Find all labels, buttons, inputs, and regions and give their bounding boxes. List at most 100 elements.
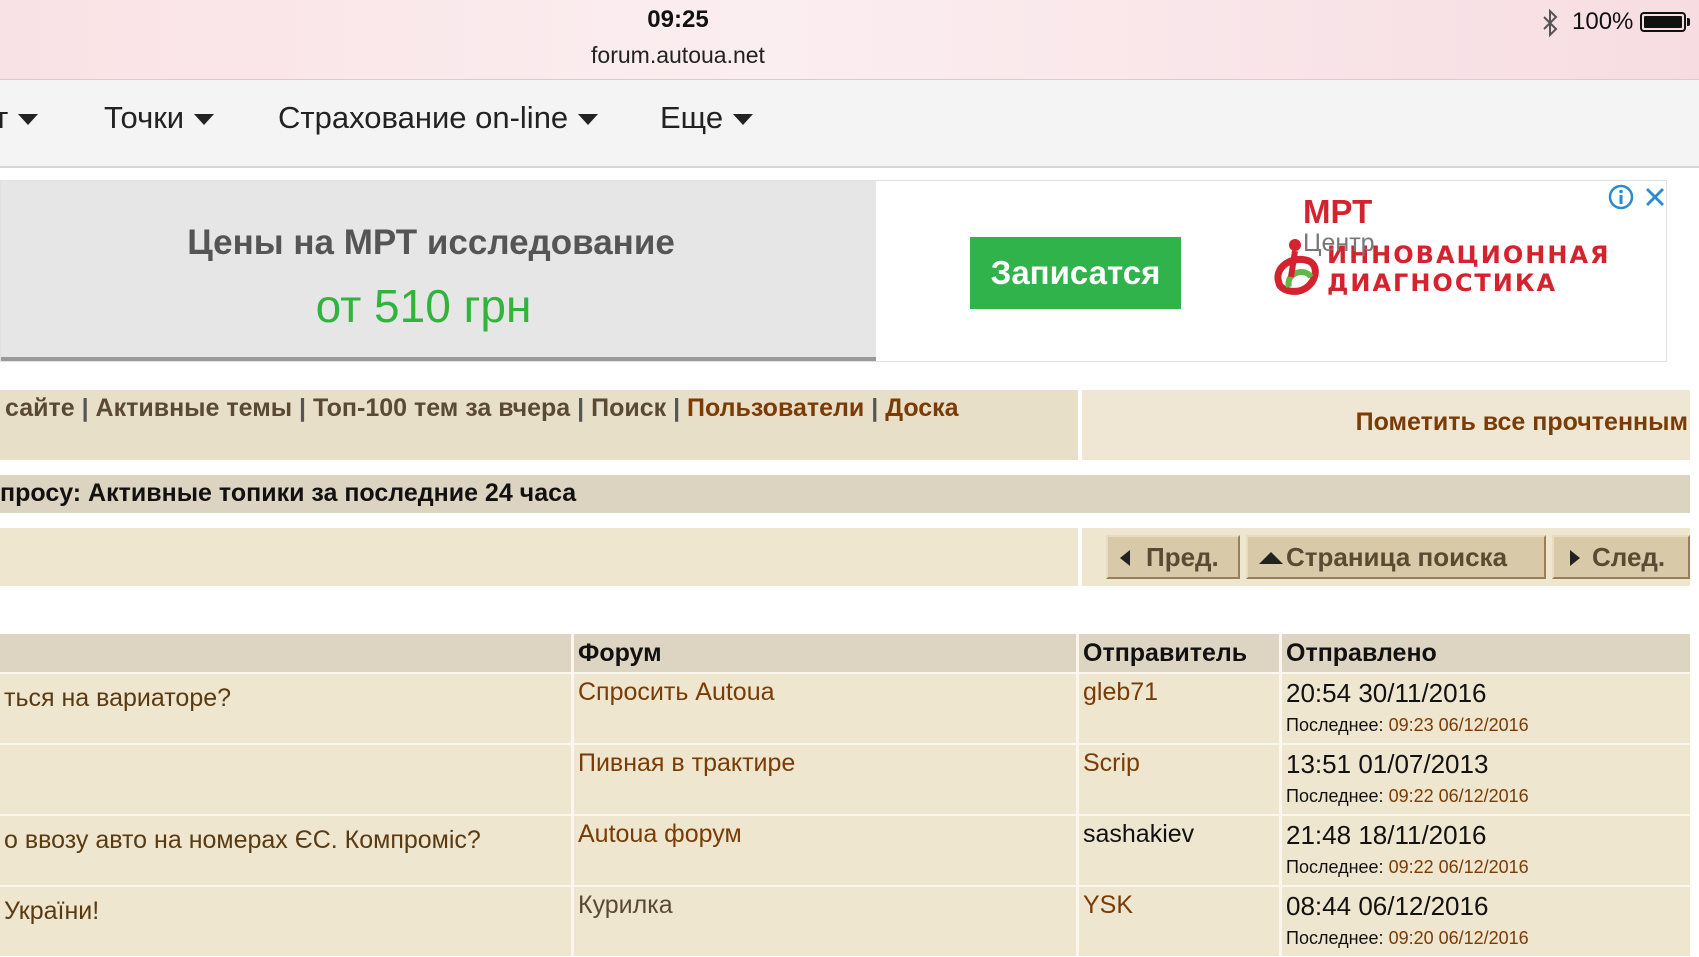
sender-link[interactable]: YSK <box>1083 891 1133 919</box>
header-sent: Отправлено <box>1279 634 1690 672</box>
link-separator: | <box>864 394 886 422</box>
caret-down-icon <box>578 114 599 126</box>
arrow-right-icon <box>1570 550 1580 566</box>
battery-tip <box>1687 18 1690 26</box>
ad-logo-line2: ДИАГНОСТИКА <box>1327 269 1558 297</box>
close-icon[interactable] <box>1641 183 1669 211</box>
last-post: Последнее: 09:20 06/12/2016 <box>1286 928 1686 949</box>
topic-link[interactable]: України! <box>4 897 567 926</box>
sent-date: 18/11/2016 <box>1358 820 1487 850</box>
last-post-link[interactable]: 09:22 06/12/2016 <box>1389 857 1529 877</box>
battery-icon <box>1640 12 1686 32</box>
mark-read-panel: Пометить все прочтенным <box>1082 390 1690 460</box>
header-forum: Форум <box>571 634 1076 672</box>
sent-datetime: 13:51 01/07/2013 <box>1286 749 1686 780</box>
next-label: След. <box>1592 542 1666 572</box>
link-top100[interactable]: Топ-100 тем за вчера <box>313 394 570 422</box>
header-topic <box>0 634 571 672</box>
arrow-up-icon <box>1259 552 1283 564</box>
nav-item-more[interactable]: Еще <box>660 100 754 136</box>
forum-cell: Пивная в трактире <box>571 743 1076 814</box>
address-url[interactable]: forum.autoua.net <box>0 42 1356 69</box>
table-row: ться на вариаторе? Спросить Autoua gleb7… <box>0 672 1690 743</box>
arrow-left-icon <box>1120 550 1130 566</box>
nav-item-label: т <box>0 100 9 135</box>
nav-item-label: Точки <box>104 100 185 135</box>
topic-cell <box>0 743 571 814</box>
link-separator: | <box>292 394 313 422</box>
prev-label: Пред. <box>1146 542 1219 572</box>
search-page-label: Страница поиска <box>1286 542 1508 572</box>
sent-datetime: 08:44 06/12/2016 <box>1286 891 1686 922</box>
pagination-spacer <box>0 528 1078 586</box>
last-post-link[interactable]: 09:22 06/12/2016 <box>1389 786 1529 806</box>
search-title: просу: Активные топики за последние 24 ч… <box>0 479 577 507</box>
topic-cell: України! <box>0 885 571 956</box>
table-header-row: Форум Отправитель Отправлено <box>0 634 1690 672</box>
search-title-bar: просу: Активные топики за последние 24 ч… <box>0 475 1690 513</box>
sent-date: 30/11/2016 <box>1358 678 1487 708</box>
pagination-bar: Пред. Страница поиска След. <box>0 528 1690 586</box>
ad-logo-center: Центр <box>1303 229 1375 257</box>
sent-cell: 20:54 30/11/2016 Последнее: 09:23 06/12/… <box>1279 672 1690 743</box>
links-list: сайте | Активные темы | Топ-100 тем за в… <box>5 394 959 423</box>
last-post-link[interactable]: 09:23 06/12/2016 <box>1389 715 1529 735</box>
topics-table: Форум Отправитель Отправлено ться на вар… <box>0 634 1690 956</box>
sent-datetime: 20:54 30/11/2016 <box>1286 678 1686 709</box>
nav-item-tochki[interactable]: Точки <box>104 100 215 136</box>
forum-cell: Autoua форум <box>571 814 1076 885</box>
caret-down-icon <box>733 114 754 126</box>
forum-link[interactable]: Спросить Autoua <box>578 678 775 706</box>
sent-time: 21:48 <box>1286 820 1352 850</box>
sent-cell: 13:51 01/07/2013 Последнее: 09:22 06/12/… <box>1279 743 1690 814</box>
links-panel: сайте | Активные темы | Топ-100 тем за в… <box>0 390 1078 460</box>
info-icon[interactable] <box>1607 183 1635 211</box>
sender-link[interactable]: gleb71 <box>1083 678 1158 706</box>
header-sender: Отправитель <box>1076 634 1279 672</box>
link-board[interactable]: Доска <box>885 394 958 422</box>
last-label: Последнее: <box>1286 715 1384 735</box>
sender-link[interactable]: Scrip <box>1083 749 1140 777</box>
sender-link[interactable]: sashakiev <box>1083 820 1194 848</box>
forum-cell: Спросить Autoua <box>571 672 1076 743</box>
link-separator: | <box>74 394 96 422</box>
link-users[interactable]: Пользователи <box>687 394 864 422</box>
sent-time: 08:44 <box>1286 891 1352 921</box>
ad-price: от 510 грн <box>315 280 532 332</box>
nav-item-insurance[interactable]: Страхование on-line <box>278 100 599 136</box>
mark-all-read-link[interactable]: Пометить все прочтенным <box>1356 408 1688 437</box>
ad-signup-button[interactable]: Записатся <box>970 237 1181 309</box>
forum-links-bar: сайте | Активные темы | Топ-100 тем за в… <box>0 390 1690 460</box>
sent-time: 20:54 <box>1286 678 1352 708</box>
forum-link[interactable]: Пивная в трактире <box>578 749 795 777</box>
last-label: Последнее: <box>1286 928 1384 948</box>
prev-page-button[interactable]: Пред. <box>1106 535 1240 579</box>
sent-cell: 21:48 18/11/2016 Последнее: 09:22 06/12/… <box>1279 814 1690 885</box>
next-page-button[interactable]: След. <box>1552 535 1690 579</box>
link-active-topics[interactable]: Активные темы <box>96 394 293 422</box>
ad-banner[interactable]: Цены на МРТ исследование от 510 грн Запи… <box>0 180 1667 362</box>
sent-date: 01/07/2013 <box>1358 749 1489 779</box>
link-search[interactable]: Поиск <box>591 394 666 422</box>
bluetooth-icon <box>1543 8 1558 38</box>
link-separator: | <box>570 394 592 422</box>
forum-cell: Курилка <box>571 885 1076 956</box>
forum-link[interactable]: Autoua форум <box>578 820 742 848</box>
ad-text-panel: Цены на МРТ исследование от 510 грн <box>1 181 876 361</box>
forum-link[interactable]: Курилка <box>578 891 673 919</box>
last-post: Последнее: 09:22 06/12/2016 <box>1286 786 1686 807</box>
search-page-button[interactable]: Страница поиска <box>1246 535 1546 579</box>
table-row: України! Курилка YSK 08:44 06/12/2016 По… <box>0 885 1690 956</box>
link-separator: | <box>666 394 688 422</box>
caret-down-icon <box>18 114 39 126</box>
topic-cell: о ввозу авто на номерах ЄС. Компроміс? <box>0 814 571 885</box>
last-label: Последнее: <box>1286 786 1384 806</box>
last-post-link[interactable]: 09:20 06/12/2016 <box>1389 928 1529 948</box>
sent-time: 13:51 <box>1286 749 1352 779</box>
nav-item-label: Страхование on-line <box>278 100 569 135</box>
caret-down-icon <box>194 114 215 126</box>
topic-link[interactable]: о ввозу авто на номерах ЄС. Компроміс? <box>4 826 567 855</box>
nav-item-partial[interactable]: т <box>0 100 39 136</box>
topic-link[interactable]: ться на вариаторе? <box>4 684 567 713</box>
link-site[interactable]: сайте <box>5 394 75 422</box>
